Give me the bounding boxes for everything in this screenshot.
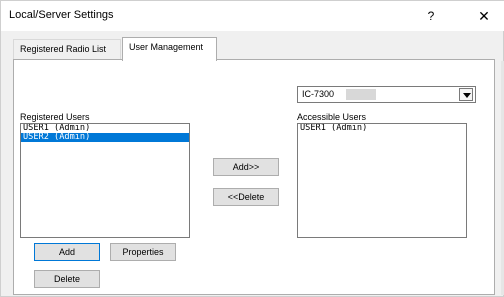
add-to-accessible-button[interactable]: Add>> (213, 158, 279, 176)
settings-dialog: Local/Server Settings ? ✕ Registered Rad… (0, 0, 504, 297)
tab-registered-radio-list[interactable]: Registered Radio List (13, 39, 121, 59)
add-user-button[interactable]: Add (34, 243, 100, 261)
registered-users-label: Registered Users (20, 112, 90, 122)
list-item-selected[interactable]: USER2 (Admin) (21, 133, 189, 142)
chevron-down-icon[interactable] (459, 88, 473, 101)
tab-user-management[interactable]: User Management (122, 37, 217, 61)
properties-button[interactable]: Properties (110, 243, 176, 261)
accessible-users-list[interactable]: USER1 (Admin) (297, 123, 467, 238)
list-item[interactable]: USER1 (Admin) (298, 124, 466, 133)
help-button[interactable]: ? (419, 4, 443, 28)
delete-from-accessible-button[interactable]: <<Delete (213, 188, 279, 206)
radio-select-value: IC-7300 (302, 89, 335, 99)
title-bar: Local/Server Settings ? ✕ (1, 1, 504, 31)
accessible-users-label: Accessible Users (297, 112, 367, 122)
radio-select[interactable]: IC-7300 (297, 86, 476, 103)
delete-user-button[interactable]: Delete (34, 270, 100, 288)
registered-users-list[interactable]: USER1 (Admin) USER2 (Admin) (20, 123, 190, 238)
user-management-panel: IC-7300 Registered Users USER1 (Admin) U… (13, 59, 495, 295)
window-title: Local/Server Settings (9, 9, 114, 21)
close-button[interactable]: ✕ (471, 4, 497, 28)
redacted-serial (346, 89, 376, 100)
